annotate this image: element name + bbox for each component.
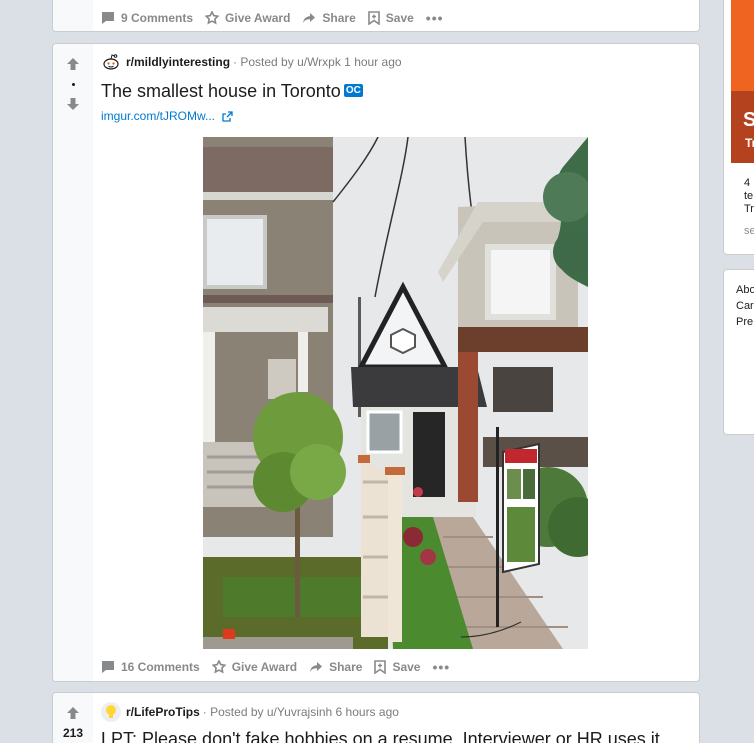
action-bar: 9 Comments Give Award Share Save ••• [101,10,444,26]
lightbulb-icon [106,705,116,718]
bookmark-icon [367,11,380,25]
subreddit-name-link[interactable]: r/mildlyinteresting [126,55,230,69]
upvote-button[interactable] [65,705,81,721]
sidebar-promo-card[interactable]: S Tr 4 te Tr se [723,0,754,255]
posted-by-text: · Posted by u/Wrxpk 1 hour ago [233,55,402,69]
upvote-arrow-icon [67,58,79,70]
external-link-icon [222,110,233,122]
comments-button[interactable]: 9 Comments [101,11,193,25]
subreddit-icon[interactable] [101,702,121,722]
give-award-button[interactable]: Give Award [205,11,290,25]
upvote-button[interactable] [65,56,81,72]
vote-column [53,0,93,31]
give-award-button[interactable]: Give Award [211,660,297,674]
save-button[interactable]: Save [374,660,420,674]
save-button[interactable]: Save [367,11,414,25]
post-title[interactable]: The smallest house in Toronto OC [101,81,363,102]
sidebar-links-card: Abo Car Pre [723,269,754,435]
bookmark-icon [374,660,387,674]
promo-banner: S Tr [731,0,754,163]
award-icon [205,11,220,25]
vote-column: 213 [53,693,93,743]
promo-text-line-2: te [744,190,754,202]
promo-see-more[interactable]: se [744,225,754,238]
previous-post-card[interactable]: 9 Comments Give Award Share Save ••• [52,0,700,32]
share-icon [303,13,316,23]
vote-score-dot [72,83,75,86]
banner-heading: S [743,109,754,132]
downvote-button[interactable] [65,96,81,112]
oc-flair-badge: OC [343,83,363,97]
promo-text-line-3: Tr [744,203,754,215]
vote-column [53,44,93,681]
next-post-card[interactable]: 213 r/LifeProTips · Posted by u/Yuvrajsi… [52,692,700,743]
share-button[interactable]: Share [309,660,362,674]
more-options-button[interactable]: ••• [426,10,444,26]
posted-by-text: · Posted by u/Yuvrajsinh 6 hours ago [202,705,399,719]
promo-text-line-1: 4 [744,177,751,189]
post-title[interactable]: LPT: Please don't fake hobbies on a resu… [101,729,660,743]
link-text: imgur.com/tJROMw... [101,109,216,123]
vote-count: 213 [62,726,84,740]
downvote-arrow-icon [67,98,79,110]
upvote-arrow-icon [67,707,79,719]
post-image[interactable] [203,137,588,649]
subreddit-icon[interactable] [101,52,121,72]
external-link[interactable]: imgur.com/tJROMw... [101,109,233,123]
banner-subheading: Tr [745,136,754,150]
comments-button[interactable]: 16 Comments [101,660,200,674]
post-meta: r/LifeProTips · Posted by u/Yuvrajsinh 6… [101,702,399,722]
action-bar: 16 Comments Give Award Share Save ••• [101,659,450,675]
post-title-text: The smallest house in Toronto [101,81,341,101]
award-icon [211,660,226,674]
share-button[interactable]: Share [302,11,356,25]
footer-link-about[interactable]: Abo [736,284,754,296]
more-options-button[interactable]: ••• [432,659,450,675]
subreddit-name-link[interactable]: r/LifeProTips [126,705,200,719]
post-meta: r/mildlyinteresting · Posted by u/Wrxpk … [101,52,402,72]
comment-icon [102,12,114,24]
post-card[interactable]: r/mildlyinteresting · Posted by u/Wrxpk … [52,43,700,682]
share-icon [310,662,323,672]
footer-link-careers[interactable]: Car [736,300,754,312]
comment-icon [102,661,114,673]
footer-link-press[interactable]: Pre [736,316,753,328]
